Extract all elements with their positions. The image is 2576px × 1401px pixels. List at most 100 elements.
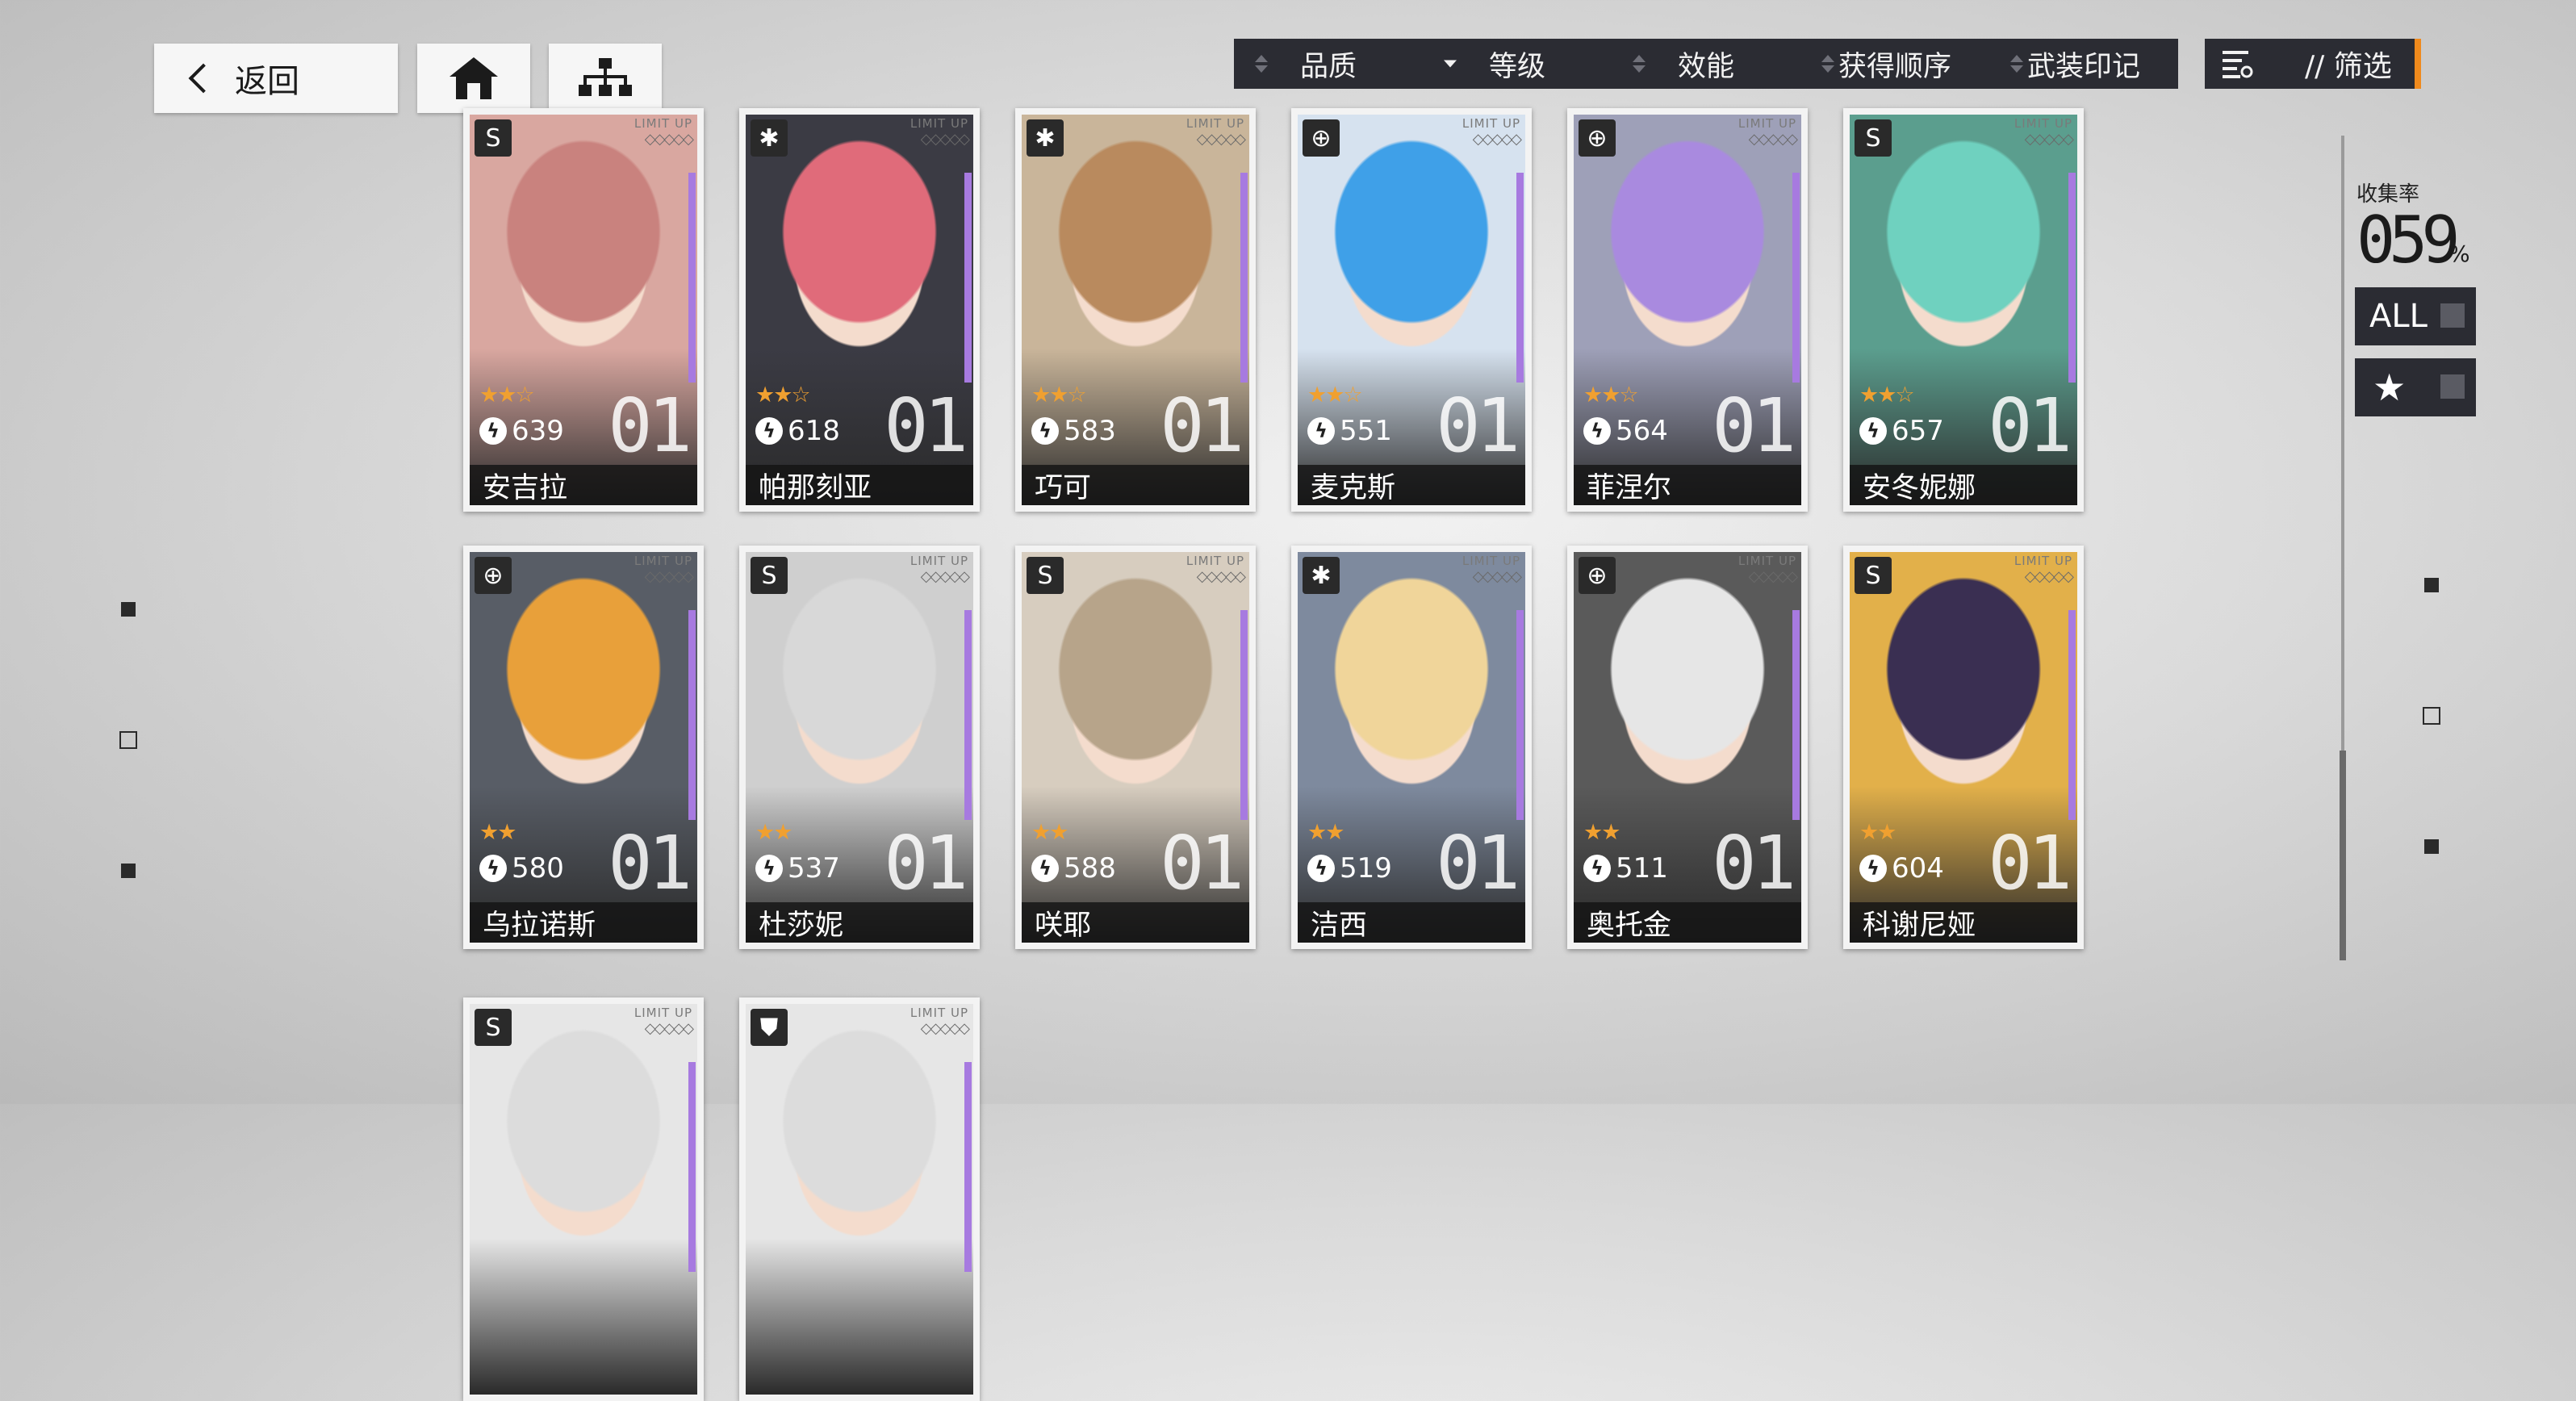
- character-card[interactable]: ⊕ LIMIT UP ◇◇◇◇◇ ★★☆ ϟ 551 01 麦克斯: [1291, 108, 1532, 512]
- checkbox-icon: [2440, 303, 2465, 328]
- hierarchy-button[interactable]: [549, 44, 662, 113]
- character-name: 安冬妮娜: [1850, 465, 2077, 505]
- sort-mark[interactable]: 武装印记: [1989, 44, 2178, 85]
- bolt-icon: ϟ: [1583, 855, 1611, 882]
- power-number: 580: [512, 852, 564, 885]
- s-icon: S: [1027, 557, 1064, 594]
- power-number: 583: [1064, 415, 1116, 447]
- diamond-pattern-icon: ◇◇◇◇◇: [1196, 568, 1246, 585]
- character-card[interactable]: S LIMIT UP ◇◇◇◇◇: [463, 997, 704, 1401]
- power-number: 657: [1892, 415, 1944, 447]
- star-rating: ★★: [755, 820, 792, 845]
- level-number: 01: [884, 820, 968, 906]
- sort-quality[interactable]: 品质: [1234, 44, 1423, 85]
- sort-arrows-icon: [1444, 60, 1457, 68]
- decor-square: [2423, 707, 2440, 725]
- decor-square: [2424, 578, 2439, 592]
- power-number: 604: [1892, 852, 1944, 885]
- character-name: 巧可: [1022, 465, 1249, 505]
- diamond-pattern-icon: ◇◇◇◇◇: [1748, 131, 1798, 148]
- character-card[interactable]: S LIMIT UP ◇◇◇◇◇ ★★☆ ϟ 639 01 安吉拉: [463, 108, 704, 512]
- bolt-icon: ϟ: [479, 855, 507, 882]
- checkbox-icon: [2440, 374, 2465, 399]
- home-icon: [450, 57, 498, 99]
- back-button[interactable]: 返回: [154, 44, 398, 113]
- decor-square: [2424, 839, 2439, 854]
- character-card[interactable]: S LIMIT UP ◇◇◇◇◇ ★★ ϟ 537 01 杜莎妮: [739, 546, 980, 949]
- rarity-bar: [688, 1062, 696, 1272]
- character-card[interactable]: ✱ LIMIT UP ◇◇◇◇◇ ★★☆ ϟ 583 01 巧可: [1015, 108, 1256, 512]
- power-number: 511: [1616, 852, 1668, 885]
- diamond-pattern-icon: ◇◇◇◇◇: [644, 131, 694, 148]
- limit-up-tag: LIMIT UP: [2014, 554, 2072, 568]
- diamond-pattern-icon: ◇◇◇◇◇: [644, 568, 694, 585]
- level-number: 01: [1712, 820, 1796, 906]
- diamond-pattern-icon: ◇◇◇◇◇: [644, 1020, 694, 1037]
- character-name: 洁西: [1298, 902, 1525, 943]
- character-card[interactable]: S LIMIT UP ◇◇◇◇◇ ★★ ϟ 588 01 咲耶: [1015, 546, 1256, 949]
- character-name: 安吉拉: [470, 465, 697, 505]
- character-card[interactable]: ✱ LIMIT UP ◇◇◇◇◇ ★★ ϟ 519 01 洁西: [1291, 546, 1532, 949]
- limit-up-tag: LIMIT UP: [634, 1006, 692, 1020]
- character-card[interactable]: ⊕ LIMIT UP ◇◇◇◇◇ ★★ ϟ 511 01 奥托金: [1567, 546, 1808, 949]
- sort-label: 获得顺序: [1838, 50, 1951, 83]
- limit-up-tag: LIMIT UP: [634, 116, 692, 131]
- level-number: 01: [1988, 820, 2072, 906]
- power-value: ϟ 519: [1307, 852, 1392, 885]
- sort-bar: 品质 等级 效能 获得顺序 武装印记: [1234, 39, 2178, 89]
- character-card[interactable]: ⊕ LIMIT UP ◇◇◇◇◇ ★★ ϟ 580 01 乌拉诺斯: [463, 546, 704, 949]
- star-rating: ★★☆: [755, 383, 811, 408]
- favorite-toggle[interactable]: ★: [2355, 358, 2476, 416]
- power-value: ϟ 537: [755, 852, 840, 885]
- rarity-bar: [2068, 173, 2076, 383]
- level-number: 01: [1436, 383, 1520, 469]
- power-number: 618: [788, 415, 840, 447]
- character-portrait: [470, 1004, 697, 1395]
- star-rating: ★★: [1859, 820, 1896, 845]
- sort-efficiency[interactable]: 效能: [1612, 44, 1800, 85]
- filter-button[interactable]: // 筛选: [2205, 39, 2421, 89]
- diamond-pattern-icon: ◇◇◇◇◇: [1196, 131, 1246, 148]
- level-number: 01: [1160, 820, 1244, 906]
- sort-level[interactable]: 等级: [1423, 44, 1612, 85]
- asterisk-icon: ✱: [1027, 119, 1064, 157]
- crosshair-icon: ⊕: [1579, 119, 1616, 157]
- rarity-bar: [964, 173, 972, 383]
- character-name: 菲涅尔: [1574, 465, 1801, 505]
- bolt-icon: ϟ: [479, 417, 507, 445]
- level-number: 01: [1712, 383, 1796, 469]
- power-value: ϟ 583: [1031, 415, 1116, 447]
- character-card[interactable]: ⛊ LIMIT UP ◇◇◇◇◇: [739, 997, 980, 1401]
- scrollbar-thumb[interactable]: [2340, 751, 2346, 960]
- bolt-icon: ϟ: [1031, 417, 1059, 445]
- rarity-bar: [688, 610, 696, 820]
- collection-rate-value: 059: [2356, 203, 2460, 278]
- star-rating: ★★☆: [479, 383, 535, 408]
- star-icon: ★: [2373, 366, 2407, 409]
- power-value: ϟ 564: [1583, 415, 1668, 447]
- hierarchy-icon: [579, 58, 632, 96]
- bolt-icon: ϟ: [755, 417, 783, 445]
- diamond-pattern-icon: ◇◇◇◇◇: [1472, 131, 1522, 148]
- s-icon: S: [475, 119, 512, 157]
- limit-up-tag: LIMIT UP: [1462, 116, 1520, 131]
- sort-acquired[interactable]: 获得顺序: [1800, 44, 1989, 85]
- character-card[interactable]: S LIMIT UP ◇◇◇◇◇ ★★ ϟ 604 01 科谢尼娅: [1843, 546, 2084, 949]
- character-card[interactable]: S LIMIT UP ◇◇◇◇◇ ★★☆ ϟ 657 01 安冬妮娜: [1843, 108, 2084, 512]
- asterisk-icon: ✱: [751, 119, 788, 157]
- rarity-bar: [1792, 610, 1800, 820]
- diamond-pattern-icon: ◇◇◇◇◇: [1748, 568, 1798, 585]
- star-rating: ★★☆: [1031, 383, 1087, 408]
- character-card[interactable]: ⊕ LIMIT UP ◇◇◇◇◇ ★★☆ ϟ 564 01 菲涅尔: [1567, 108, 1808, 512]
- bolt-icon: ϟ: [1307, 855, 1335, 882]
- home-button[interactable]: [417, 44, 530, 113]
- sort-label: 效能: [1677, 50, 1734, 83]
- back-label: 返回: [235, 63, 299, 100]
- character-card[interactable]: ✱ LIMIT UP ◇◇◇◇◇ ★★☆ ϟ 618 01 帕那刻亚: [739, 108, 980, 512]
- show-all-toggle[interactable]: ALL: [2355, 287, 2476, 345]
- character-name: 杜莎妮: [746, 902, 973, 943]
- power-number: 519: [1340, 852, 1392, 885]
- bolt-icon: ϟ: [1859, 417, 1887, 445]
- level-number: 01: [608, 820, 692, 906]
- character-name: 科谢尼娅: [1850, 902, 2077, 943]
